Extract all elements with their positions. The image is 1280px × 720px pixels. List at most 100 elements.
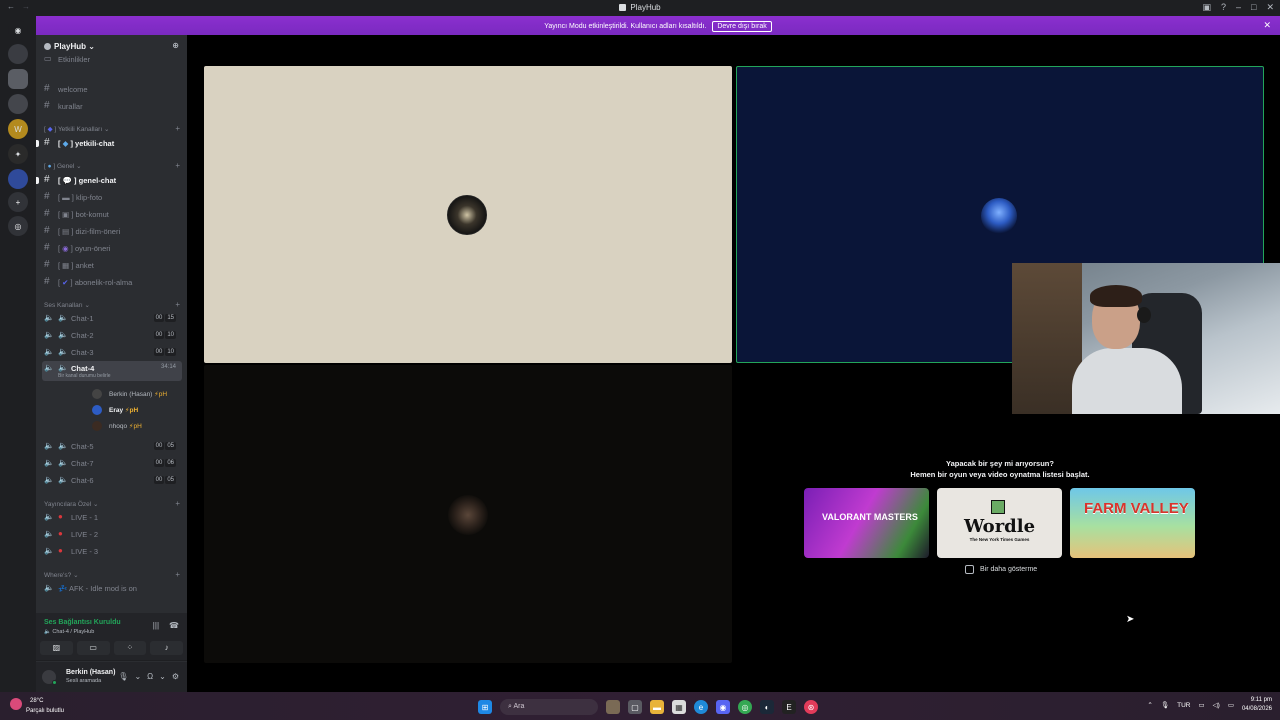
language-indicator[interactable]: TUR	[1177, 702, 1190, 709]
widget-icon[interactable]	[606, 700, 620, 714]
microphone-icon[interactable]: 🎙	[118, 672, 128, 681]
chrome-icon[interactable]: ◎	[738, 700, 752, 714]
voice-channel-chat-7[interactable]: 🔈 🔈 Chat-7 00 06	[42, 456, 182, 471]
activity-card-valorant[interactable]: VALORANT MASTERS	[804, 488, 929, 558]
channel-oyun-oneri[interactable]: #[ ◉ ] oyun-öneri	[42, 241, 182, 256]
server-header[interactable]: PlayHub ⌄ ⊕	[36, 35, 187, 57]
channel-bot-komut[interactable]: #[ ▣ ] bot-komut	[42, 207, 182, 222]
steam-icon[interactable]: ◐	[760, 700, 774, 714]
discord-icon[interactable]: ◉	[716, 700, 730, 714]
checkbox[interactable]	[965, 565, 974, 574]
add-channel-icon[interactable]: +	[175, 499, 180, 508]
weather-widget[interactable]: 28°C Parçalı bulutlu	[10, 698, 64, 714]
soundboard-button[interactable]: ♪	[150, 641, 183, 655]
store-icon[interactable]: ▦	[672, 700, 686, 714]
hash-icon: #	[44, 83, 50, 94]
category-genel[interactable]: [ ● ] Genel ⌄ +	[44, 161, 180, 170]
speaker-icon: 🔈	[44, 546, 54, 555]
channel-dizi-film[interactable]: #[ ▤ ] dizi-film-öneri	[42, 224, 182, 239]
server-icon[interactable]	[8, 94, 28, 114]
file-explorer-icon[interactable]: ▬	[650, 700, 664, 714]
chevron-up-icon[interactable]: ⌃	[1147, 701, 1152, 709]
disconnect-icon[interactable]: ☎	[169, 621, 179, 630]
voice-channel-chat-1[interactable]: 🔈 🔈 Chat-1 00 15	[42, 311, 182, 326]
chevron-down-icon[interactable]: ⌄	[159, 672, 166, 681]
close-banner-icon[interactable]: ✕	[1263, 20, 1271, 31]
participant-tile[interactable]	[204, 365, 732, 663]
channel-abonelik[interactable]: #[ ✔ ] abonelik-rol-alma	[42, 275, 182, 290]
shield-icon: ◆	[47, 126, 53, 133]
volume-icon[interactable]: ◁)	[1213, 701, 1220, 709]
speaker-icon: 🔈	[44, 347, 54, 356]
add-channel-icon[interactable]: +	[175, 124, 180, 133]
avatar[interactable]	[42, 670, 57, 685]
epic-games-icon[interactable]: E	[782, 700, 796, 714]
inbox-icon[interactable]: ▣	[1202, 2, 1211, 13]
edge-icon[interactable]: e	[694, 700, 708, 714]
microphone-icon[interactable]: 🎙	[1161, 701, 1169, 709]
speaker-icon: 🔈	[44, 441, 54, 450]
noise-suppression-icon[interactable]: |||	[153, 621, 159, 630]
voice-channel-live-3[interactable]: 🔈 ● LIVE - 3	[42, 544, 182, 559]
discord-home-icon[interactable]: ◉	[8, 20, 28, 40]
add-server-icon[interactable]: +	[8, 192, 28, 212]
disable-streamer-mode-button[interactable]: Devre dışı bırak	[712, 21, 772, 32]
chevron-down-icon[interactable]: ⌄	[134, 672, 141, 681]
category-yayinci[interactable]: Yayıncılara Özel ⌄ +	[44, 499, 180, 508]
headphones-icon[interactable]: Ω	[147, 672, 153, 681]
maximize-icon[interactable]: □	[1251, 2, 1256, 13]
server-icon[interactable]: ✦	[8, 144, 28, 164]
participant-tile[interactable]	[204, 66, 732, 363]
activity-card-farm-valley[interactable]: FARM VALLEY	[1070, 488, 1195, 558]
server-icon[interactable]: W	[8, 119, 28, 139]
username[interactable]: Berkin (Hasan)	[66, 669, 115, 676]
clock[interactable]: 9:11 pm 04/08/2026	[1242, 696, 1272, 714]
invite-icon[interactable]: ⊕	[172, 41, 179, 50]
screen-share-button[interactable]: ▭	[76, 641, 110, 655]
voice-status[interactable]: Ses Bağlantısı Kuruldu	[44, 619, 121, 626]
voice-channel-afk[interactable]: 🔈 💤 AFK - Idle mod is on	[42, 581, 182, 596]
voice-channel-chat-5[interactable]: 🔈 🔈 Chat-5 00 05	[42, 439, 182, 454]
category-yetkili[interactable]: [ ◆ ] Yetkili Kanalları ⌄ +	[44, 124, 180, 133]
server-icon-playhub[interactable]	[8, 69, 28, 89]
voice-channel-live-1[interactable]: 🔈 ● LIVE - 1	[42, 510, 182, 525]
gear-icon[interactable]: ⚙	[172, 672, 179, 681]
activities-button[interactable]: ⁘	[113, 641, 147, 655]
minimize-icon[interactable]: –	[1236, 2, 1241, 13]
channel-welcome[interactable]: # welcome	[42, 82, 182, 97]
add-channel-icon[interactable]: +	[175, 161, 180, 170]
hash-icon: #	[44, 137, 50, 148]
title-bar: ← → PlayHub ▣ ? – □ ✕	[0, 0, 1280, 16]
channel-genel-chat[interactable]: #[ 💬 ] genel-chat	[36, 173, 182, 188]
server-icon[interactable]	[8, 44, 28, 64]
speaker-icon: 🔈	[44, 629, 51, 635]
voice-channel-chat-6[interactable]: 🔈 🔈 Chat-6 00 05	[42, 473, 182, 488]
voice-channel-live-2[interactable]: 🔈 ● LIVE - 2	[42, 527, 182, 542]
close-window-icon[interactable]: ✕	[1266, 2, 1274, 13]
channel-anket[interactable]: #[ ▦ ] anket	[42, 258, 182, 273]
battery-icon[interactable]: ▭	[1228, 701, 1234, 709]
add-channel-icon[interactable]: +	[175, 300, 180, 309]
channel-klip-foto[interactable]: #[ ▬ ] klip-foto	[42, 190, 182, 205]
server-icon[interactable]	[8, 169, 28, 189]
network-icon[interactable]: ▭	[1198, 701, 1204, 709]
channel-etkinlikler[interactable]: ▭ Etkinlikler	[42, 55, 182, 65]
search-box[interactable]: ⌕ Ara	[500, 699, 598, 715]
start-icon[interactable]: ⊞	[478, 700, 492, 714]
voice-channel-chat-4[interactable]: 🔈 🔈 Chat-4 34:14 Bir kanal durumu belirle	[42, 361, 182, 381]
voice-channel-chat-3[interactable]: 🔈 🔈 Chat-3 00 10	[42, 345, 182, 360]
category-ses[interactable]: Ses Kanalları ⌄ +	[44, 300, 180, 309]
activity-card-wordle[interactable]: Wordle The New York Times Games	[937, 488, 1062, 558]
category-where[interactable]: Where's? ⌄ +	[44, 570, 180, 579]
camera-off-button[interactable]: ▨	[40, 641, 73, 655]
discover-icon[interactable]: ◎	[8, 216, 28, 236]
speaker-icon: 🔈	[58, 458, 68, 467]
dont-show-again[interactable]: Bir daha gösterme	[965, 565, 1037, 574]
task-view-icon[interactable]: ▢	[628, 700, 642, 714]
voice-channel-chat-2[interactable]: 🔈 🔈 Chat-2 00 10	[42, 328, 182, 343]
add-channel-icon[interactable]: +	[175, 570, 180, 579]
channel-yetkili-chat[interactable]: #[ ◆ ] yetkili-chat	[36, 136, 182, 151]
help-icon[interactable]: ?	[1221, 2, 1226, 13]
channel-kurallar[interactable]: # kurallar	[42, 99, 182, 114]
app-icon[interactable]: ⊛	[804, 700, 818, 714]
